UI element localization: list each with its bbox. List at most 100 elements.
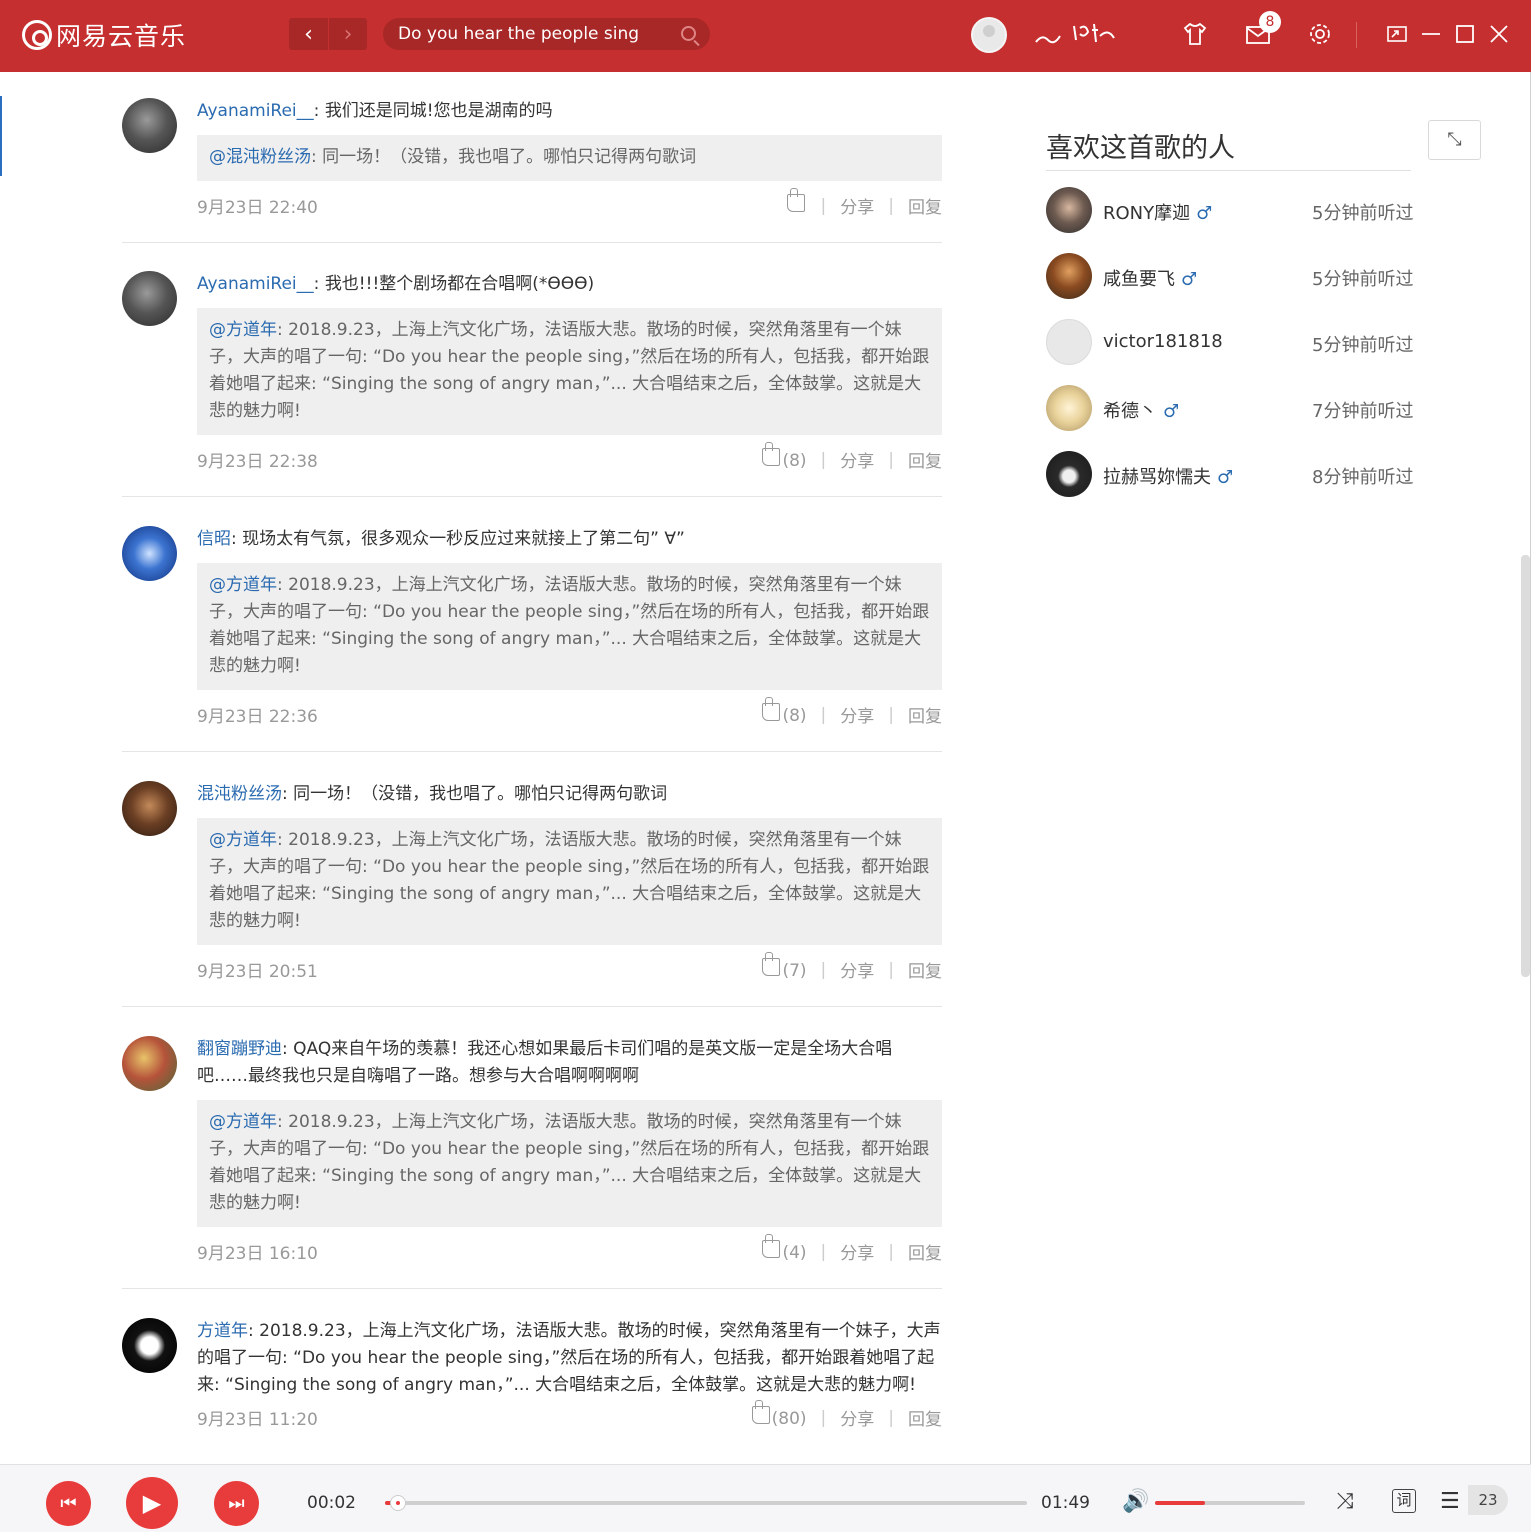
- comment-time: 9月23日 22:38: [197, 452, 318, 472]
- settings-icon[interactable]: [1306, 20, 1334, 48]
- quoted-comment: @方道年: 2018.9.23，上海上汽文化广场，法语版大悲。散场的时候，突然角…: [197, 1100, 942, 1227]
- playlist-count[interactable]: 23: [1468, 1485, 1508, 1515]
- quoted-username[interactable]: @方道年: [209, 575, 277, 595]
- comment-username[interactable]: 信昭: [197, 529, 231, 549]
- comment-username[interactable]: 翻窗蹦野迪: [197, 1039, 282, 1059]
- volume-icon[interactable]: 🔊: [1122, 1489, 1149, 1514]
- user-avatar[interactable]: [971, 17, 1007, 53]
- comment-time: 9月23日 16:10: [197, 1244, 318, 1264]
- share-button[interactable]: 分享: [840, 193, 874, 218]
- scrollbar-thumb[interactable]: [1521, 555, 1530, 977]
- like-count: (8): [782, 706, 807, 726]
- liker-name[interactable]: victor181818: [1103, 331, 1223, 352]
- comment-avatar[interactable]: [122, 1318, 177, 1373]
- playlist-icon[interactable]: ☰: [1440, 1489, 1460, 1514]
- quoted-username[interactable]: @方道年: [209, 1112, 277, 1132]
- thumb-up-icon: [762, 1234, 781, 1258]
- next-button[interactable]: ⏭: [214, 1481, 259, 1526]
- comment-time: 9月23日 22:36: [197, 707, 318, 727]
- liker-item[interactable]: 拉赫骂妳懦夫 ♂ 8分钟前听过: [1046, 451, 1416, 497]
- comment-content: 方道年: 2018.9.23，上海上汽文化广场，法语版大悲。散场的时候，突然角落…: [197, 1321, 941, 1395]
- comment-avatar[interactable]: [122, 1036, 177, 1091]
- quoted-username[interactable]: @方道年: [209, 320, 277, 340]
- comment-avatar[interactable]: [122, 526, 177, 581]
- share-button[interactable]: 分享: [840, 1239, 874, 1264]
- quoted-comment: @方道年: 2018.9.23，上海上汽文化广场，法语版大悲。散场的时候，突然角…: [197, 818, 942, 945]
- shuffle-icon[interactable]: ⤨: [1336, 1489, 1354, 1514]
- like-button[interactable]: (8): [762, 697, 807, 726]
- reply-button[interactable]: 回复: [908, 1405, 942, 1430]
- liker-item[interactable]: victor181818 5分钟前听过: [1046, 319, 1416, 365]
- prev-button[interactable]: ⏮: [46, 1481, 91, 1526]
- liker-name[interactable]: 咸鱼要飞: [1103, 269, 1175, 290]
- close-icon[interactable]: [1485, 20, 1513, 48]
- liker-avatar[interactable]: [1046, 385, 1092, 431]
- maximize-icon[interactable]: [1451, 20, 1479, 48]
- quoted-text: 2018.9.23，上海上汽文化广场，法语版大悲。散场的时候，突然角落里有一个妹…: [209, 575, 930, 676]
- liker-avatar[interactable]: [1046, 187, 1092, 233]
- reply-button[interactable]: 回复: [908, 702, 942, 727]
- liker-item[interactable]: 希德丶 ♂ 7分钟前听过: [1046, 385, 1416, 431]
- comment-avatar[interactable]: [122, 98, 177, 153]
- comment-content: 翻窗蹦野迪: QAQ来自午场的羡慕！我还心想如果最后卡司们唱的是英文版一定是全场…: [197, 1039, 893, 1086]
- like-button[interactable]: (7): [762, 952, 807, 981]
- search-box[interactable]: Do you hear the people sing: [383, 18, 710, 50]
- comment-text: 我也!!!整个剧场都在合唱啊(*ϴϴϴ): [324, 274, 595, 294]
- quoted-username[interactable]: @混沌粉丝汤: [209, 147, 311, 167]
- skin-icon[interactable]: [1181, 20, 1209, 48]
- comment-username[interactable]: 方道年: [197, 1321, 248, 1341]
- minimize-icon[interactable]: [1417, 20, 1445, 48]
- share-button[interactable]: 分享: [840, 447, 874, 472]
- progress-handle[interactable]: [389, 1495, 406, 1511]
- share-button[interactable]: 分享: [840, 1405, 874, 1430]
- username-scribble[interactable]: [1032, 18, 1122, 52]
- search-input[interactable]: Do you hear the people sing: [398, 24, 639, 44]
- progress-bar[interactable]: [385, 1495, 1027, 1511]
- collapse-icon: ⤡: [1447, 129, 1462, 150]
- liker-time: 5分钟前听过: [1312, 335, 1414, 356]
- liker-name[interactable]: 拉赫骂妳懦夫: [1103, 467, 1211, 488]
- liker-item[interactable]: RONY摩迦 ♂ 5分钟前听过: [1046, 187, 1416, 233]
- comment-username[interactable]: 混沌粉丝汤: [197, 784, 282, 804]
- like-button[interactable]: [786, 188, 807, 217]
- like-button[interactable]: (80): [751, 1400, 807, 1429]
- share-button[interactable]: 分享: [840, 702, 874, 727]
- like-button[interactable]: (8): [762, 442, 807, 471]
- comment-content: AyanamiRei__: 我们还是同城!您也是湖南的吗: [197, 101, 553, 121]
- player-bar: ⏮ ▶ ⏭ 00:02 01:49 🔊 ⤨ 词 ☰ 23: [0, 1464, 1531, 1532]
- male-icon: ♂: [1181, 269, 1198, 290]
- quoted-text: 2018.9.23，上海上汽文化广场，法语版大悲。散场的时候，突然角落里有一个妹…: [209, 830, 930, 931]
- comment-avatar[interactable]: [122, 271, 177, 326]
- comment-username[interactable]: AyanamiRei__: [197, 274, 314, 294]
- forward-icon[interactable]: ›: [328, 18, 367, 50]
- comment-time: 9月23日 20:51: [197, 962, 318, 982]
- liker-name[interactable]: 希德丶: [1103, 401, 1157, 422]
- reply-button[interactable]: 回复: [908, 193, 942, 218]
- reply-button[interactable]: 回复: [908, 957, 942, 982]
- quoted-comment: @方道年: 2018.9.23，上海上汽文化广场，法语版大悲。散场的时候，突然角…: [197, 308, 942, 435]
- liker-avatar[interactable]: [1046, 451, 1092, 497]
- collapse-button[interactable]: ⤡: [1428, 120, 1481, 160]
- volume-slider[interactable]: [1155, 1501, 1305, 1505]
- back-icon[interactable]: ‹: [289, 18, 328, 50]
- reply-button[interactable]: 回复: [908, 1239, 942, 1264]
- liker-avatar[interactable]: [1046, 319, 1092, 365]
- search-icon[interactable]: [681, 26, 696, 41]
- like-count: (7): [782, 961, 807, 981]
- liker-avatar[interactable]: [1046, 253, 1092, 299]
- share-button[interactable]: 分享: [840, 957, 874, 982]
- reply-button[interactable]: 回复: [908, 447, 942, 472]
- play-button[interactable]: ▶: [126, 1477, 178, 1529]
- next-icon: ⏭: [228, 1493, 245, 1514]
- mini-mode-icon[interactable]: [1383, 20, 1411, 48]
- liker-name-row: 希德丶 ♂: [1103, 397, 1179, 423]
- app-logo[interactable]: 网易云音乐: [22, 17, 186, 53]
- comment-avatar[interactable]: [122, 781, 177, 836]
- like-button[interactable]: (4): [762, 1234, 807, 1263]
- liker-name[interactable]: RONY摩迦: [1103, 203, 1190, 224]
- volume-fill: [1155, 1501, 1205, 1505]
- comment-username[interactable]: AyanamiRei__: [197, 101, 314, 121]
- lyric-button[interactable]: 词: [1392, 1489, 1416, 1513]
- liker-item[interactable]: 咸鱼要飞 ♂ 5分钟前听过: [1046, 253, 1416, 299]
- quoted-username[interactable]: @方道年: [209, 830, 277, 850]
